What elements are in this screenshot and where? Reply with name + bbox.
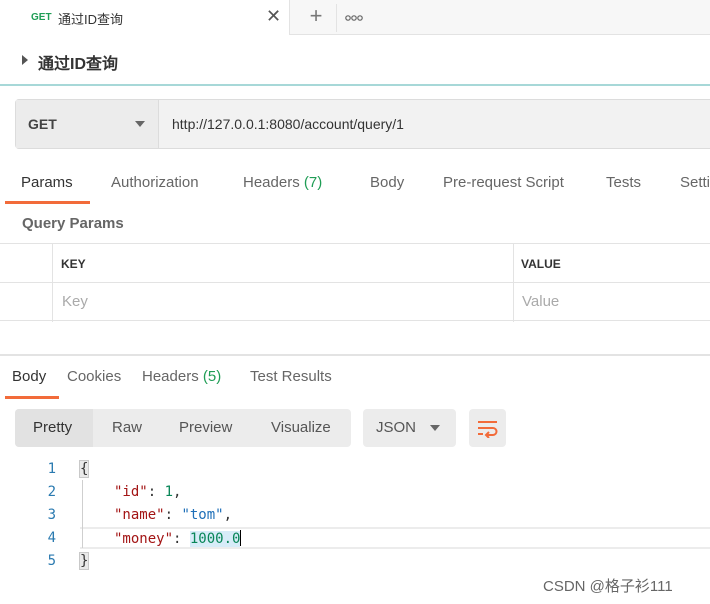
query-params-table: KEY VALUE Key Value: [0, 243, 710, 322]
value-input[interactable]: Value: [522, 293, 559, 310]
caret-right-icon[interactable]: [22, 55, 28, 65]
tab-pre-request-script[interactable]: Pre-request Script: [443, 174, 564, 191]
response-tab-headers-count: (5): [202, 368, 222, 385]
tab-params-label: Params: [21, 174, 73, 191]
response-tabs: Body Cookies Headers (5) Test Results: [0, 360, 710, 399]
tab-authorization-label: Authorization: [111, 174, 199, 191]
raw-button[interactable]: Raw: [112, 409, 142, 447]
code-line: {: [78, 460, 90, 478]
request-title[interactable]: 通过ID查询: [38, 50, 118, 74]
tab-tests[interactable]: Tests: [606, 174, 641, 191]
json-comma: ,: [223, 507, 233, 523]
value-column-header: VALUE: [521, 257, 561, 271]
tab-settings[interactable]: Setti: [680, 174, 710, 191]
format-select[interactable]: JSON: [363, 409, 456, 447]
line-number: 5: [47, 553, 56, 569]
url-bar: GET http://127.0.0.1:8080/account/query/…: [15, 99, 710, 149]
tab-tests-label: Tests: [606, 174, 642, 191]
indent-guide: [82, 480, 83, 548]
method-select-value: GET: [28, 116, 57, 132]
line-number: 1: [47, 461, 56, 477]
pretty-button[interactable]: Pretty: [15, 409, 93, 447]
json-comma: ,: [173, 484, 182, 500]
tab-headers-label: Headers: [243, 174, 300, 191]
code-line: "id": 1,: [114, 484, 181, 500]
url-input[interactable]: http://127.0.0.1:8080/account/query/1: [172, 116, 404, 132]
code-line: "name": "tom",: [114, 507, 232, 523]
method-select[interactable]: GET: [16, 100, 159, 148]
json-value: "tom": [181, 507, 224, 523]
visualize-button[interactable]: Visualize: [271, 409, 331, 447]
tab-authorization[interactable]: Authorization: [111, 174, 199, 191]
tab-body[interactable]: Body: [370, 174, 404, 191]
tab-bar: GET 通过ID查询 ✕ +: [0, 0, 710, 35]
response-body-editor[interactable]: 1 2 3 4 5 { "id": 1, "name": "tom", "mon…: [0, 458, 710, 578]
json-separator: :: [173, 531, 190, 547]
tab-settings-label: Setti: [680, 174, 710, 191]
format-select-value: JSON: [376, 419, 417, 436]
response-tab-body[interactable]: Body: [12, 368, 46, 385]
pane-divider[interactable]: [0, 354, 710, 356]
line-number: 3: [47, 507, 56, 523]
tab-headers-count: (7): [303, 174, 323, 191]
response-tab-test-results[interactable]: Test Results: [250, 368, 332, 385]
table-divider: [52, 244, 53, 322]
code-line: }: [78, 552, 90, 570]
tab-pre-request-script-label: Pre-request Script: [443, 174, 564, 191]
wrap-lines-icon[interactable]: [469, 409, 506, 447]
tab-headers[interactable]: Headers (7): [243, 174, 322, 191]
close-brace: }: [78, 552, 90, 570]
view-mode-group: Pretty Raw Preview Visualize: [15, 409, 351, 447]
watermark: CSDN @格子衫111: [543, 578, 673, 595]
active-tab-indicator: [5, 396, 59, 399]
request-tab[interactable]: GET 通过ID查询 ✕: [0, 0, 290, 35]
table-divider: [0, 282, 710, 283]
json-value: 1: [164, 484, 174, 500]
json-separator: :: [164, 507, 182, 523]
tab-params[interactable]: Params: [21, 174, 73, 191]
request-tab-method: GET: [31, 12, 52, 23]
json-separator: :: [147, 484, 165, 500]
json-key: "id": [114, 484, 148, 500]
tab-body-label: Body: [370, 174, 405, 191]
line-number: 4: [47, 530, 56, 546]
request-tabs: Params Authorization Headers (7) Body Pr…: [0, 164, 710, 204]
close-icon[interactable]: ✕: [266, 6, 281, 26]
code-line: "money": 1000.0: [114, 530, 242, 547]
key-column-header: KEY: [61, 257, 86, 271]
json-key: "name": [114, 507, 165, 523]
query-params-label: Query Params: [22, 215, 124, 232]
active-tab-indicator: [5, 201, 90, 204]
open-brace: {: [78, 460, 90, 478]
preview-button[interactable]: Preview: [179, 409, 232, 447]
chevron-down-icon: [135, 121, 145, 127]
json-key: "money": [114, 531, 174, 547]
more-icon[interactable]: [336, 4, 368, 32]
chevron-down-icon: [430, 425, 440, 431]
response-tab-cookies[interactable]: Cookies: [67, 368, 121, 385]
line-number: 2: [47, 484, 56, 500]
key-input[interactable]: Key: [62, 293, 88, 310]
response-tab-headers[interactable]: Headers (5): [142, 368, 221, 385]
response-tab-headers-label: Headers: [142, 368, 199, 385]
plus-icon[interactable]: +: [300, 3, 332, 31]
table-divider: [513, 244, 514, 322]
text-cursor: [240, 530, 242, 546]
request-tab-name: 通过ID查询: [58, 12, 124, 27]
request-title-row: 通过ID查询: [0, 36, 710, 86]
json-value: 1000.0: [189, 531, 241, 547]
